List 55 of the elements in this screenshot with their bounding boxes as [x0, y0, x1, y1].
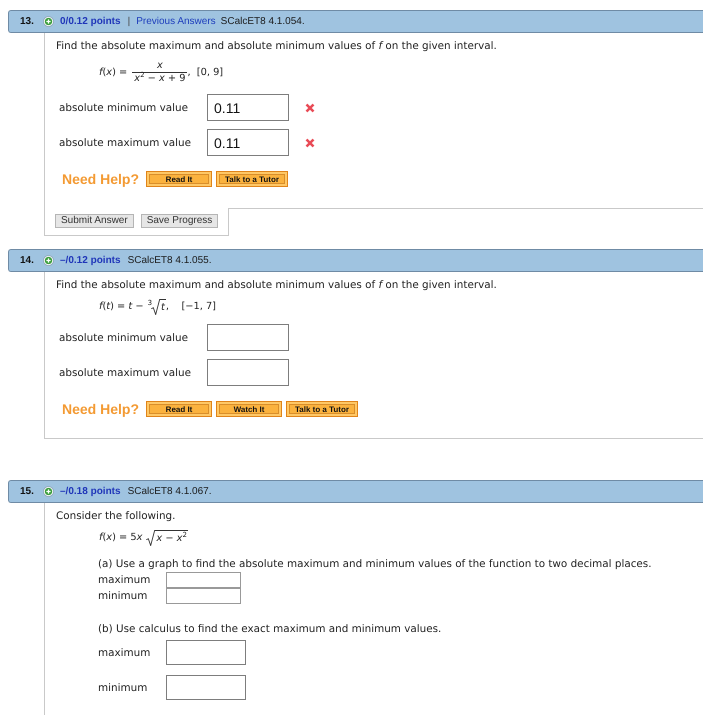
question-prompt: Find the absolute maximum and absolute minimum values of f on the given interval. [56, 39, 498, 53]
question-prompt: Find the absolute maximum and absolute minimum values of f on the given interval. [56, 278, 498, 292]
question-number: 13. [20, 16, 35, 27]
fraction-denominator: x$^{2}$ − x + 9 [132, 72, 188, 85]
formula-text: , [−1, 7] [166, 300, 216, 314]
answer-field[interactable] [166, 572, 242, 588]
answer-field[interactable] [166, 640, 246, 665]
answer-label: absolute minimum value [59, 102, 189, 114]
question-number: 15. [20, 486, 35, 497]
radicand: t [160, 299, 166, 315]
answer-field[interactable]: 0.11 [207, 94, 290, 121]
question-number: 14. [20, 255, 35, 266]
answer-field[interactable] [207, 359, 290, 386]
help-button[interactable]: Watch It [216, 401, 282, 417]
need-help-heading: Need Help? [62, 170, 140, 188]
help-button[interactable]: Talk to a Tutor [286, 401, 358, 417]
answer-label: minimum [98, 682, 148, 694]
answer-field[interactable] [166, 588, 242, 604]
problem-code: SCalcET8 4.1.067. [128, 486, 212, 497]
plus-icon[interactable] [43, 16, 54, 27]
part-prompt: (a) Use a graph to find the absolute maximum and minimum values of the function to two decimal places. [98, 557, 653, 571]
answer-field[interactable] [207, 324, 290, 351]
points-text: –/0.18 points [60, 486, 121, 497]
fraction-numerator: x [156, 60, 163, 72]
formula-text: f(t) = t − [99, 300, 144, 314]
form-button[interactable]: Submit Answer [55, 214, 134, 228]
form-button[interactable]: Save Progress [140, 214, 218, 228]
radicand: x − x$^{2}$ [155, 530, 188, 546]
need-help-heading: Need Help? [62, 400, 140, 418]
question-prompt: Consider the following. [56, 509, 176, 523]
formula-text: , [0, 9] [187, 66, 224, 80]
radical-sign-icon [151, 299, 160, 315]
help-button[interactable]: Talk to a Tutor [216, 171, 288, 187]
answer-label: maximum [98, 646, 150, 658]
help-button[interactable]: Read It [146, 401, 212, 417]
formula-text: f(x) = [99, 66, 128, 80]
separator-text: | [128, 16, 130, 27]
radical-sign-icon [146, 530, 156, 546]
problem-code: SCalcET8 4.1.055. [128, 255, 212, 266]
plus-icon[interactable] [43, 255, 54, 266]
answer-label: absolute maximum value [59, 136, 192, 148]
plus-icon[interactable] [43, 486, 54, 497]
problem-code: SCalcET8 4.1.054. [220, 16, 305, 27]
answer-label: absolute minimum value [59, 332, 189, 344]
answer-label: minimum [98, 590, 148, 602]
points-text: –/0.12 points [60, 255, 121, 266]
answer-label: maximum [98, 574, 150, 586]
answer-field[interactable]: 0.11 [207, 129, 290, 156]
formula-text: f(x) = 5x [99, 531, 142, 545]
answer-field[interactable] [166, 675, 246, 700]
part-prompt: (b) Use calculus to find the exact maximum and minimum values. [98, 622, 442, 636]
help-button[interactable]: Read It [146, 171, 212, 187]
points-text: 0/0.12 points [60, 16, 121, 27]
previous-answers-link[interactable]: Previous Answers [136, 16, 216, 27]
answer-label: absolute maximum value [59, 366, 192, 378]
